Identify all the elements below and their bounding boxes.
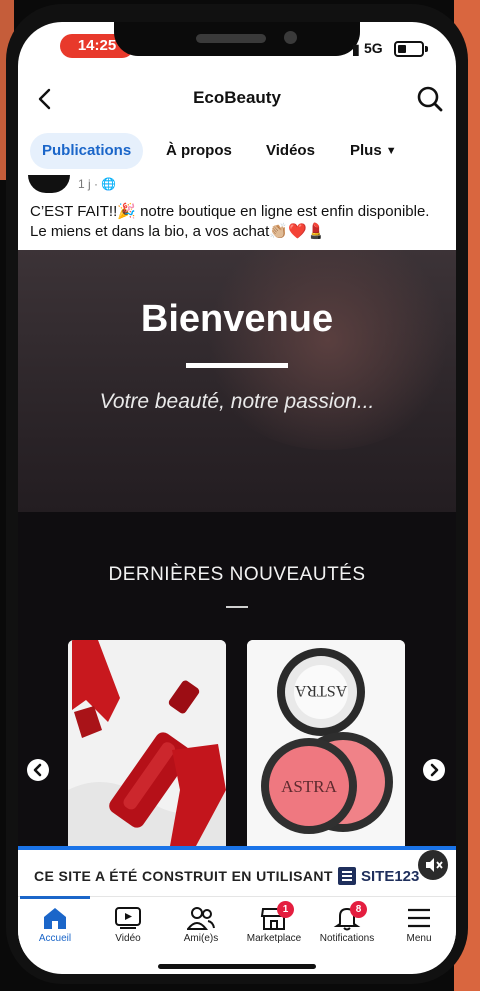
mute-button[interactable] bbox=[418, 850, 448, 880]
camera bbox=[284, 31, 297, 44]
network-label: 5G bbox=[364, 40, 383, 56]
video-icon bbox=[115, 907, 141, 929]
site123-logo-text: SITE123 bbox=[361, 868, 419, 885]
product-card-blush: ASTRA ASTRA bbox=[247, 640, 405, 846]
notifications-badge: 8 bbox=[350, 901, 367, 918]
app-frame: 14:25 ▮ 5G EcoBeauty Publications À prop… bbox=[0, 0, 480, 991]
brand-suffix: 123 bbox=[394, 868, 420, 885]
product-card-perfume bbox=[68, 640, 226, 846]
nav-video-label: Vidéo bbox=[115, 933, 141, 944]
nav-menu-label: Menu bbox=[406, 933, 432, 944]
compact-lid-label: ASTRA bbox=[294, 682, 347, 699]
blush-image: ASTRA ASTRA bbox=[247, 640, 405, 846]
signal-icon: ▮ bbox=[352, 41, 360, 57]
nav-video[interactable]: Vidéo bbox=[91, 897, 165, 953]
website-hero: Bienvenue Votre beauté, notre passion... bbox=[18, 250, 456, 512]
search-button[interactable] bbox=[416, 84, 444, 114]
chevron-right-icon bbox=[430, 763, 439, 777]
banner-text: CE SITE A ÉTÉ CONSTRUIT EN UTILISANT bbox=[34, 868, 333, 884]
perfume-image bbox=[68, 640, 226, 846]
section-divider bbox=[226, 606, 248, 608]
carousel-next-button[interactable] bbox=[423, 759, 445, 781]
nav-amis-label: Ami(e)s bbox=[183, 933, 219, 944]
marketplace-badge: 1 bbox=[277, 901, 294, 918]
tab-plus[interactable]: Plus ▼ bbox=[338, 133, 409, 169]
nav-amis[interactable]: Ami(e)s bbox=[164, 897, 238, 953]
brand-name: SITE bbox=[361, 868, 395, 885]
tab-a-propos[interactable]: À propos bbox=[154, 133, 244, 169]
section-title: DERNIÈRES NOUVEAUTÉS bbox=[108, 564, 366, 585]
nav-marketplace-label: Marketplace bbox=[246, 933, 302, 944]
speaker-muted-icon bbox=[426, 858, 443, 872]
page-title: EcoBeauty bbox=[193, 88, 281, 107]
post-image[interactable]: Bienvenue Votre beauté, notre passion...… bbox=[18, 250, 456, 846]
nav-marketplace[interactable]: 1 Marketplace bbox=[237, 897, 311, 953]
speaker bbox=[196, 34, 266, 43]
nav-accueil-label: Accueil bbox=[38, 933, 72, 944]
nav-notifications-label: Notifications bbox=[319, 933, 375, 944]
compact-pan-label: ASTRA bbox=[281, 777, 337, 796]
globe-icon: 🌐 bbox=[101, 177, 117, 191]
phone-screen: 14:25 ▮ 5G EcoBeauty Publications À prop… bbox=[18, 22, 456, 974]
hero-divider bbox=[186, 363, 288, 368]
nav-accueil[interactable]: Accueil bbox=[18, 896, 92, 953]
builder-banner[interactable]: CE SITE A ÉTÉ CONSTRUIT EN UTILISANT SIT… bbox=[18, 846, 456, 898]
hero-subtitle: Votre beauté, notre passion... bbox=[99, 390, 375, 413]
search-icon bbox=[417, 86, 443, 112]
post-text: C’EST FAIT!!🎉 notre boutique en ligne es… bbox=[30, 203, 430, 240]
caret-down-icon: ▼ bbox=[385, 145, 397, 157]
page-header: EcoBeauty bbox=[18, 74, 456, 124]
friends-icon bbox=[187, 907, 215, 930]
site123-logo-icon bbox=[338, 867, 356, 885]
bottom-nav: Accueil Vidéo Ami(e)s 1 Marketplace 8 No… bbox=[18, 896, 456, 953]
active-indicator bbox=[20, 896, 90, 899]
phone-bezel: 14:25 ▮ 5G EcoBeauty Publications À prop… bbox=[6, 4, 468, 984]
menu-icon bbox=[408, 908, 430, 928]
chevron-left-icon bbox=[33, 763, 42, 777]
tab-videos[interactable]: Vidéos bbox=[254, 133, 327, 169]
page-tabs: Publications À propos Vidéos Plus ▼ bbox=[18, 130, 456, 170]
nav-menu[interactable]: Menu bbox=[382, 897, 456, 953]
phone-notch bbox=[114, 22, 360, 56]
hero-title: Bienvenue bbox=[140, 298, 334, 340]
post-time-label: 1 j · bbox=[78, 177, 99, 191]
post-time: 1 j · 🌐 bbox=[78, 177, 116, 191]
carousel-prev-button[interactable] bbox=[27, 759, 49, 781]
home-icon bbox=[44, 908, 66, 929]
tab-plus-label: Plus bbox=[350, 142, 382, 159]
hero-glow bbox=[198, 250, 456, 450]
battery-icon bbox=[394, 41, 428, 57]
avatar[interactable] bbox=[28, 175, 70, 193]
nav-notifications[interactable]: 8 Notifications bbox=[310, 897, 384, 953]
home-indicator[interactable] bbox=[158, 964, 316, 969]
tab-publications[interactable]: Publications bbox=[30, 133, 144, 169]
